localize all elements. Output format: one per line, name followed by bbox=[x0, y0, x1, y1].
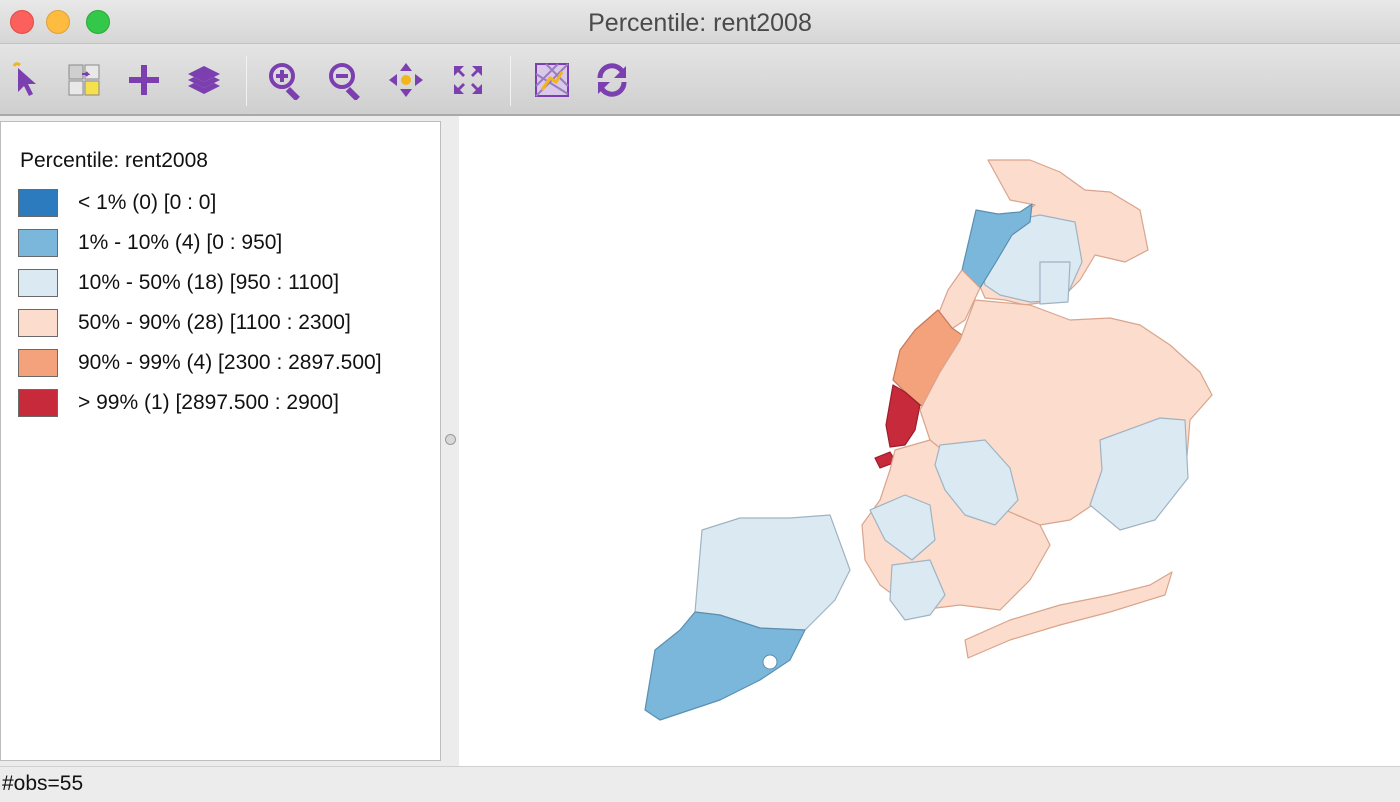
legend-label: < 1% (0) [0 : 0] bbox=[78, 191, 217, 214]
legend-swatch[interactable] bbox=[18, 189, 58, 217]
panel-splitter[interactable] bbox=[441, 116, 459, 766]
legend-swatch[interactable] bbox=[18, 349, 58, 377]
zoom-out-icon bbox=[329, 63, 360, 100]
add-layer-button[interactable] bbox=[122, 58, 166, 102]
legend-label: 90% - 99% (4) [2300 : 2897.500] bbox=[78, 351, 382, 374]
legend-label: 50% - 90% (28) [1100 : 2300] bbox=[78, 311, 351, 334]
legend-panel: Percentile: rent2008 < 1% (0) [0 : 0] 1%… bbox=[0, 121, 441, 761]
zoom-in-button[interactable] bbox=[264, 58, 308, 102]
legend-swatch[interactable] bbox=[18, 269, 58, 297]
legend-label: > 99% (1) [2897.500 : 2900] bbox=[78, 391, 339, 414]
basemap-button[interactable] bbox=[530, 58, 574, 102]
layers-button[interactable] bbox=[182, 58, 226, 102]
title-bar: Percentile: rent2008 bbox=[0, 0, 1400, 44]
legend-label: 10% - 50% (18) [950 : 1100] bbox=[78, 271, 340, 294]
toolbar-separator bbox=[246, 56, 247, 106]
choropleth-map[interactable] bbox=[459, 116, 1400, 766]
full-extent-button[interactable] bbox=[446, 58, 490, 102]
zoom-in-icon bbox=[269, 63, 300, 100]
zoom-out-button[interactable] bbox=[324, 58, 368, 102]
map-toolbar bbox=[0, 44, 1400, 116]
app-window: Percentile: rent2008 Percentile: rent200… bbox=[0, 0, 1400, 802]
pan-button[interactable] bbox=[384, 58, 428, 102]
legend-swatch[interactable] bbox=[18, 389, 58, 417]
basemap-icon bbox=[535, 63, 569, 97]
map-canvas[interactable] bbox=[459, 116, 1400, 766]
status-bar: #obs=55 bbox=[0, 766, 1400, 802]
toolbar-separator bbox=[510, 56, 511, 106]
map-region-bronx-south bbox=[1039, 261, 1071, 305]
legend-swatch[interactable] bbox=[18, 229, 58, 257]
layers-icon bbox=[188, 66, 220, 94]
arrow-cursor-icon bbox=[12, 62, 36, 96]
plus-icon bbox=[129, 65, 159, 95]
legend-label: 1% - 10% (4) [0 : 950] bbox=[78, 231, 283, 254]
splitter-handle[interactable] bbox=[445, 434, 456, 445]
map-region-staten-north bbox=[694, 514, 851, 631]
legend-swatch[interactable] bbox=[18, 309, 58, 337]
refresh-icon bbox=[597, 63, 627, 97]
map-region-pond bbox=[762, 654, 778, 670]
select-tool-button[interactable] bbox=[4, 58, 48, 102]
window-title: Percentile: rent2008 bbox=[588, 9, 812, 37]
fit-extent-icon bbox=[454, 66, 482, 94]
observation-count: #obs=55 bbox=[2, 772, 84, 795]
pan-arrows-icon bbox=[389, 63, 423, 97]
refresh-button[interactable] bbox=[590, 58, 634, 102]
selection-shapes-icon bbox=[68, 64, 100, 96]
selection-toggle-button[interactable] bbox=[62, 58, 106, 102]
legend-title: Percentile: rent2008 bbox=[20, 149, 208, 172]
